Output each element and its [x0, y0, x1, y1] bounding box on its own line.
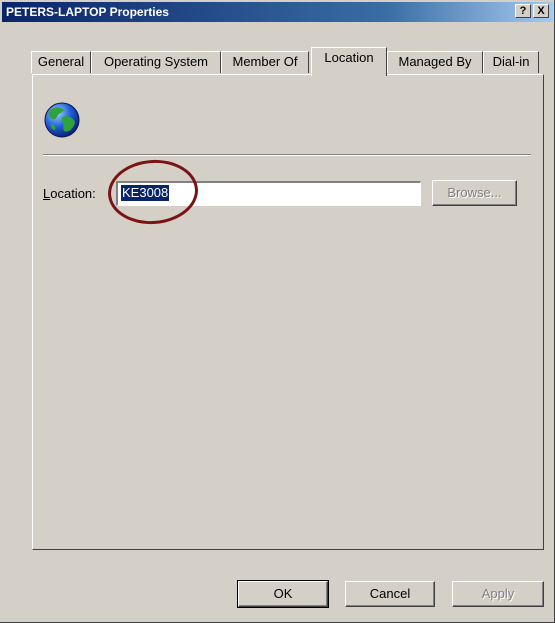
tab-member-of[interactable]: Member Of	[221, 51, 309, 73]
location-label: Location:	[43, 186, 96, 201]
header-separator	[43, 154, 531, 156]
tab-managed-by[interactable]: Managed By	[387, 51, 483, 73]
help-button[interactable]: ?	[515, 4, 531, 18]
window-title: PETERS-LAPTOP Properties	[6, 5, 169, 19]
location-tab-panel	[32, 74, 544, 550]
location-label-rest: ocation:	[50, 186, 96, 201]
ok-button[interactable]: OK	[237, 580, 329, 608]
cancel-button[interactable]: Cancel	[345, 581, 435, 607]
tab-dial-in[interactable]: Dial-in	[483, 51, 539, 73]
tab-location[interactable]: Location	[311, 47, 387, 76]
properties-dialog: PETERS-LAPTOP Properties ? X General Ope…	[0, 0, 555, 623]
close-button[interactable]: X	[533, 4, 549, 18]
browse-button[interactable]: Browse...	[432, 180, 517, 206]
apply-button[interactable]: Apply	[452, 581, 544, 607]
tab-operating-system[interactable]: Operating System	[91, 51, 221, 73]
title-bar[interactable]: PETERS-LAPTOP Properties ? X	[2, 2, 553, 22]
globe-icon	[44, 102, 80, 138]
tab-general[interactable]: General	[31, 51, 91, 73]
